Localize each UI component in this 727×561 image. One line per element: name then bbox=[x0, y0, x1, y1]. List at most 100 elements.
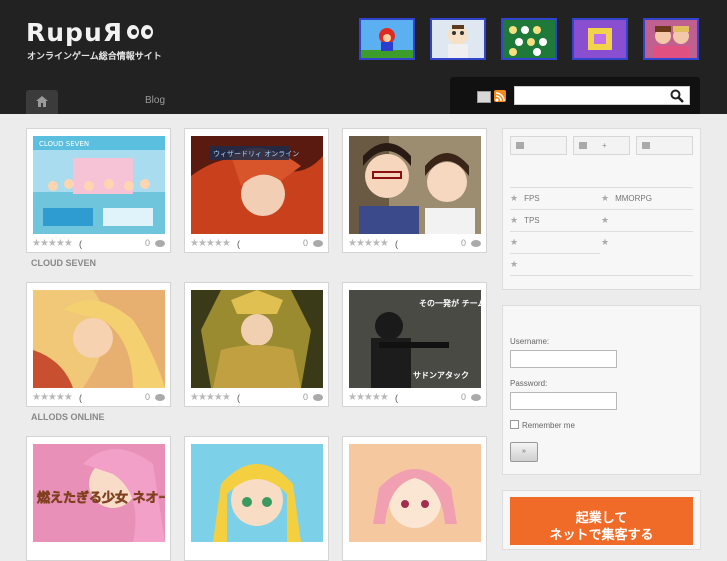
rows-view-icon bbox=[642, 142, 650, 149]
grid-view-icon bbox=[516, 142, 524, 149]
rating-stars[interactable]: ★★★★★ bbox=[348, 392, 389, 403]
eyes-logo-icon bbox=[127, 25, 153, 39]
rating-count: ( bbox=[395, 393, 398, 403]
star-icon: ★ bbox=[601, 193, 610, 203]
comment-bubble-icon[interactable] bbox=[155, 394, 165, 401]
featured-thumb-family[interactable] bbox=[430, 18, 486, 60]
schoolgirls-image bbox=[349, 136, 481, 234]
remember-me-checkbox[interactable] bbox=[510, 420, 519, 429]
star-icon: ★ bbox=[510, 215, 519, 225]
login-button[interactable]: » bbox=[510, 442, 538, 462]
ad-line-2: ネットで集客する bbox=[549, 527, 654, 542]
nav-blog-link[interactable]: Blog bbox=[145, 95, 165, 106]
game-thumbnail[interactable] bbox=[349, 444, 481, 542]
remember-me-label: Remember me bbox=[522, 421, 575, 430]
rating-count: ( bbox=[79, 239, 82, 249]
ad-banner[interactable]: 起業して ネットで集客する bbox=[510, 497, 693, 545]
game-thumbnail[interactable]: その一発が チームの サドンアタック bbox=[349, 290, 481, 388]
category-item[interactable]: ★ bbox=[510, 259, 524, 270]
star-icon: ★ bbox=[510, 259, 519, 269]
warrior-image bbox=[191, 290, 323, 388]
category-item[interactable]: ★ bbox=[510, 237, 524, 248]
star-icon: ★ bbox=[510, 193, 519, 203]
username-label: Username: bbox=[510, 337, 550, 346]
password-input[interactable] bbox=[510, 392, 617, 410]
site-tagline: オンラインゲーム総合情報サイト bbox=[27, 51, 162, 61]
game-thumbnail[interactable]: ウィザードリィ オンライン bbox=[191, 136, 323, 234]
search-input[interactable] bbox=[514, 86, 690, 105]
mario-thumbnail-image bbox=[361, 20, 413, 58]
game-thumbnail[interactable] bbox=[33, 290, 165, 388]
nav-home-tab[interactable] bbox=[26, 90, 58, 114]
game-card-8[interactable] bbox=[342, 436, 487, 561]
featured-thumb-mario[interactable] bbox=[359, 18, 415, 60]
rating-stars[interactable]: ★★★★★ bbox=[190, 238, 231, 249]
view-tab-grid[interactable] bbox=[510, 136, 567, 155]
game-card-3[interactable]: ★★★★★ ( 0 bbox=[26, 282, 171, 407]
divider bbox=[510, 187, 693, 188]
girls-thumbnail-image bbox=[645, 20, 697, 58]
username-input[interactable] bbox=[510, 350, 617, 368]
divider bbox=[510, 209, 693, 210]
category-item[interactable]: ★ bbox=[601, 237, 615, 248]
game-card-4[interactable]: ★★★★★ ( 0 bbox=[184, 282, 329, 407]
comment-bubble-icon[interactable] bbox=[155, 240, 165, 247]
game-thumbnail[interactable]: 燃えたぎる少女 ネオー国を開 bbox=[33, 444, 165, 542]
game-card-7[interactable] bbox=[184, 436, 329, 561]
mail-icon[interactable] bbox=[477, 91, 491, 103]
boardgame-thumbnail-image bbox=[503, 20, 555, 58]
category-label: TPS bbox=[524, 216, 540, 225]
featured-thumb-boardgame[interactable] bbox=[501, 18, 557, 60]
allods-image bbox=[33, 290, 165, 388]
comment-bubble-icon[interactable] bbox=[313, 240, 323, 247]
site-logo[interactable]: RupuЯ bbox=[26, 18, 123, 47]
category-fps[interactable]: ★ FPS bbox=[510, 193, 540, 204]
rating-count: ( bbox=[395, 239, 398, 249]
game-thumbnail[interactable] bbox=[191, 290, 323, 388]
family-thumbnail-image bbox=[432, 20, 484, 58]
comment-bubble-icon[interactable] bbox=[471, 394, 481, 401]
comment-count: 0 bbox=[144, 392, 150, 402]
tab-label: + bbox=[602, 141, 607, 150]
category-tps[interactable]: ★ TPS bbox=[510, 215, 540, 226]
anime-pink-text: 燃えたぎる少女 ネオー国を開 bbox=[37, 490, 165, 506]
category-mmorpg[interactable]: ★ MMORPG bbox=[601, 193, 652, 204]
comment-bubble-icon[interactable] bbox=[313, 394, 323, 401]
search-bar bbox=[450, 77, 700, 114]
wizardry-banner-text: ウィザードリィ オンライン bbox=[213, 150, 299, 158]
featured-thumb-puzzle[interactable] bbox=[572, 18, 628, 60]
game-thumbnail[interactable] bbox=[191, 444, 323, 542]
game-card-5[interactable]: その一発が チームの サドンアタック ★★★★★ ( 0 bbox=[342, 282, 487, 407]
rss-icon[interactable] bbox=[494, 90, 506, 102]
rating-stars[interactable]: ★★★★★ bbox=[32, 238, 73, 249]
view-tab-add[interactable]: + bbox=[573, 136, 630, 155]
rss-glyph-icon bbox=[495, 92, 505, 102]
divider bbox=[510, 253, 600, 254]
search-icon[interactable] bbox=[670, 89, 684, 103]
game-card-1[interactable]: ウィザードリィ オンライン ★★★★★ ( 0 bbox=[184, 128, 329, 253]
rating-stars[interactable]: ★★★★★ bbox=[348, 238, 389, 249]
game-thumbnail[interactable]: CLOUD SEVEN bbox=[33, 136, 165, 234]
game-title[interactable]: CLOUD SEVEN bbox=[31, 258, 96, 268]
rating-stars[interactable]: ★★★★★ bbox=[32, 392, 73, 403]
comment-count: 0 bbox=[302, 238, 308, 248]
game-title[interactable]: ALLODS ONLINE bbox=[31, 412, 105, 422]
password-label: Password: bbox=[510, 379, 548, 388]
rating-stars[interactable]: ★★★★★ bbox=[190, 392, 231, 403]
star-icon: ★ bbox=[601, 215, 610, 225]
game-thumbnail[interactable] bbox=[349, 136, 481, 234]
suddenattack-logo-text: サドンアタック bbox=[413, 370, 469, 380]
game-card-6[interactable]: 燃えたぎる少女 ネオー国を開 bbox=[26, 436, 171, 561]
featured-thumb-girls[interactable] bbox=[643, 18, 699, 60]
rating-count: ( bbox=[237, 239, 240, 249]
divider bbox=[510, 275, 693, 276]
category-item[interactable]: ★ bbox=[601, 215, 615, 226]
view-tab-list[interactable] bbox=[636, 136, 693, 155]
suddenattack-image: その一発が チームの サドンアタック bbox=[349, 290, 481, 388]
game-card-0[interactable]: CLOUD SEVEN ★★★★★ ( 0 bbox=[26, 128, 171, 253]
comment-count: 0 bbox=[144, 238, 150, 248]
game-card-2[interactable]: ★★★★★ ( 0 bbox=[342, 128, 487, 253]
list-view-icon bbox=[579, 142, 587, 149]
anime-cute-image bbox=[349, 444, 481, 542]
comment-bubble-icon[interactable] bbox=[471, 240, 481, 247]
